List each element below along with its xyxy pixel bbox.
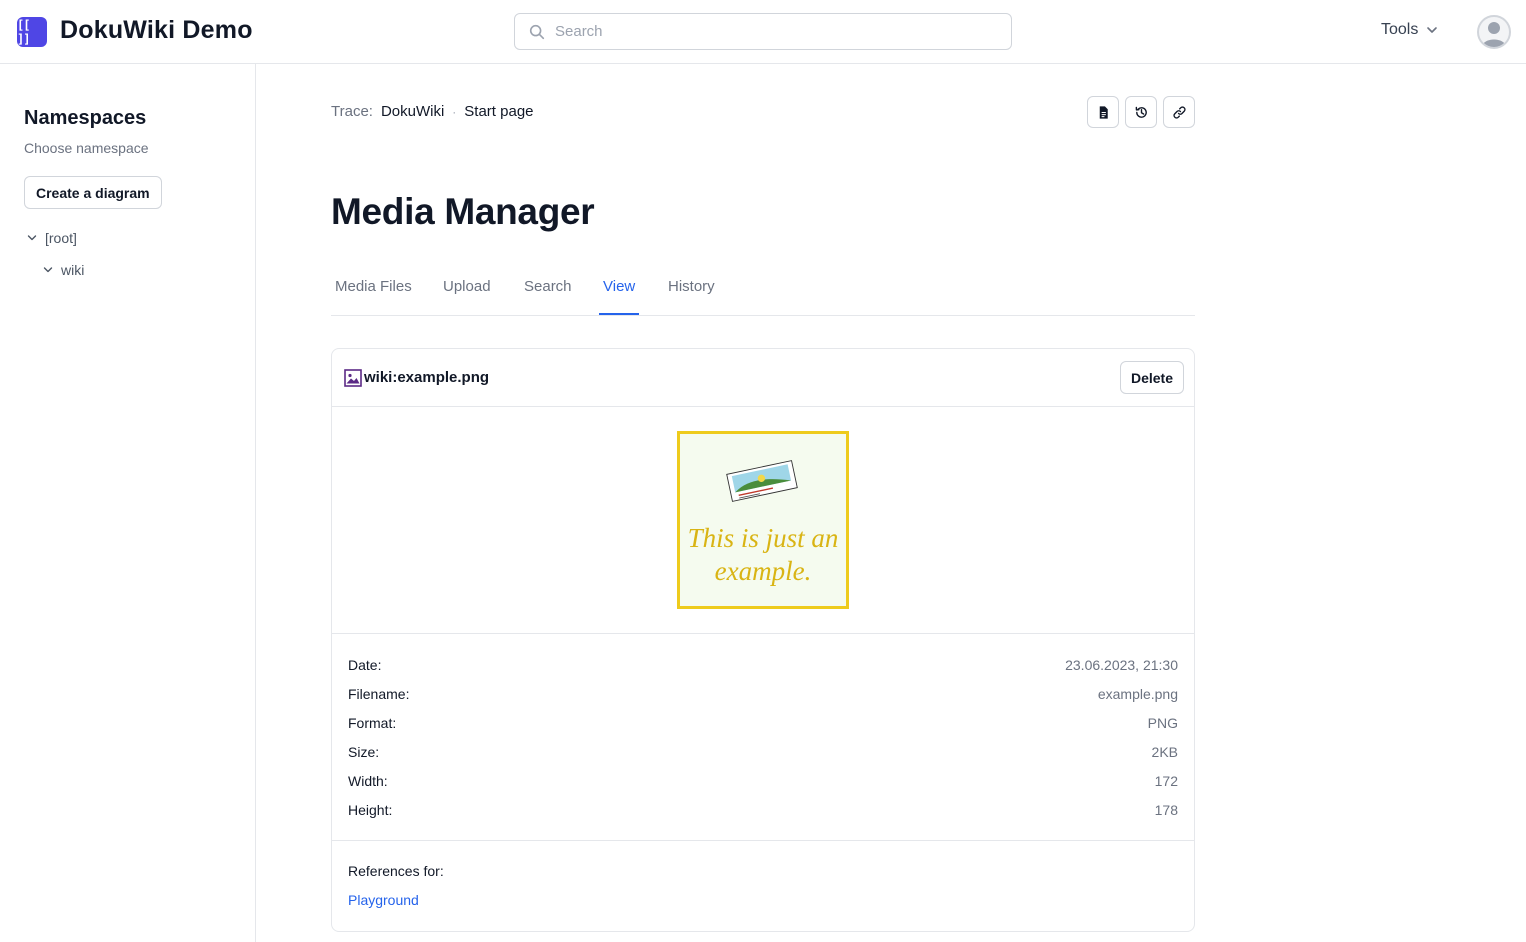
link-icon [1172, 105, 1186, 119]
tab-history[interactable]: History [668, 278, 715, 315]
preview-caption: This is just an example. [687, 523, 839, 586]
meta-label: Height: [348, 802, 393, 818]
tab-media-files[interactable]: Media Files [335, 278, 412, 315]
meta-label: Format: [348, 715, 397, 731]
references-label: References for: [348, 863, 444, 879]
breadcrumb-separator: · [452, 104, 457, 119]
media-tabs: Media Files Upload Search View History [331, 270, 1195, 316]
preview-area: This is just an example. [332, 407, 1194, 634]
meta-value: 2KB [1151, 744, 1178, 760]
chevron-down-icon [43, 267, 53, 273]
breadcrumb-link-dokuwiki[interactable]: DokuWiki [381, 103, 444, 120]
meta-row-filename: Filename: example.png [348, 686, 1178, 706]
tree-item-wiki[interactable]: wiki [43, 262, 84, 278]
tree-item-label: wiki [61, 262, 85, 278]
tab-upload[interactable]: Upload [443, 278, 491, 315]
tree-item-root[interactable]: [root] [27, 230, 77, 246]
sidebar: Namespaces Choose namespace Create a dia… [0, 64, 256, 942]
chevron-down-icon [1427, 27, 1438, 33]
meta-row-size: Size: 2KB [348, 744, 1178, 764]
reference-link-playground[interactable]: Playground [348, 892, 419, 908]
image-preview[interactable]: This is just an example. [677, 431, 849, 609]
file-name: wiki:example.png [364, 369, 490, 386]
breadcrumb-link-start-page[interactable]: Start page [464, 103, 533, 120]
logo-icon[interactable]: [[ ]] [17, 17, 47, 47]
meta-row-format: Format: PNG [348, 715, 1178, 735]
tab-view[interactable]: View [599, 278, 640, 315]
top-header: [[ ]] DokuWiki Demo Tools [0, 0, 1526, 64]
search-icon [529, 24, 545, 40]
tools-menu[interactable]: Tools [1381, 21, 1438, 39]
landscape-picture-icon [726, 460, 798, 502]
namespaces-title: Namespaces [24, 107, 147, 129]
meta-row-height: Height: 178 [348, 802, 1178, 822]
create-diagram-button[interactable]: Create a diagram [24, 176, 162, 209]
file-metadata: Date: 23.06.2023, 21:30 Filename: exampl… [332, 635, 1194, 841]
meta-value: example.png [1097, 686, 1178, 702]
tools-menu-label: Tools [1381, 21, 1419, 38]
meta-value: 23.06.2023, 21:30 [1065, 657, 1178, 673]
meta-label: Date: [348, 657, 382, 673]
meta-row-date: Date: 23.06.2023, 21:30 [348, 657, 1178, 677]
tree-item-label: [root] [45, 230, 77, 246]
delete-button[interactable]: Delete [1120, 361, 1184, 394]
meta-value: 178 [1154, 802, 1178, 818]
page-title: Media Manager [331, 191, 595, 232]
breadcrumb: Trace: DokuWiki · Start page [331, 103, 534, 120]
user-icon [1482, 22, 1506, 47]
meta-label: Width: [348, 773, 388, 789]
meta-row-width: Width: 172 [348, 773, 1178, 793]
chevron-down-icon [27, 235, 37, 241]
namespaces-subtitle: Choose namespace [24, 140, 149, 156]
search-box[interactable] [514, 13, 1012, 50]
image-file-icon [344, 369, 362, 387]
meta-value: PNG [1147, 715, 1178, 731]
file-panel: wiki:example.png Delete This is just an … [331, 348, 1195, 932]
show-page-button[interactable] [1087, 96, 1119, 128]
search-input[interactable] [555, 14, 995, 49]
file-panel-header: wiki:example.png Delete [332, 349, 1194, 407]
tab-search[interactable]: Search [524, 278, 572, 315]
user-avatar[interactable] [1477, 15, 1511, 49]
site-title[interactable]: DokuWiki Demo [60, 16, 253, 45]
old-revisions-button[interactable] [1125, 96, 1157, 128]
meta-value: 172 [1154, 773, 1178, 789]
meta-label: Filename: [348, 686, 410, 702]
backlinks-button[interactable] [1163, 96, 1195, 128]
document-icon [1099, 105, 1108, 119]
history-icon [1135, 106, 1147, 118]
meta-label: Size: [348, 744, 380, 760]
breadcrumb-label: Trace: [331, 103, 373, 120]
page-tools [1087, 96, 1195, 128]
